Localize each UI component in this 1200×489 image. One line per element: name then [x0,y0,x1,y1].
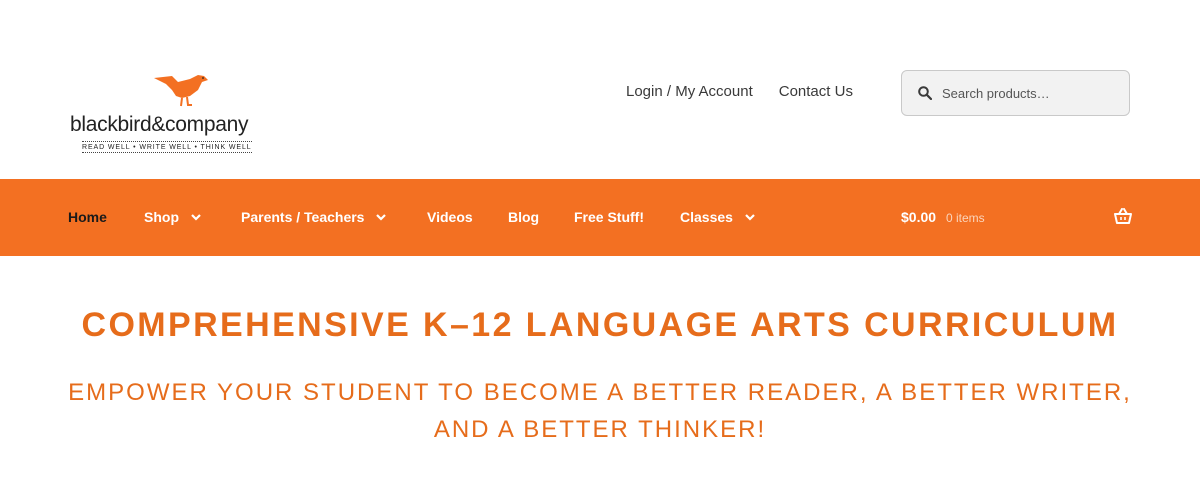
site-logo[interactable]: blackbird&company READ WELL • WRITE WELL… [68,68,303,160]
logo-wordmark: blackbird&company [70,113,249,136]
cart-count[interactable]: 0 items [946,211,985,225]
contact-link[interactable]: Contact Us [779,83,853,100]
nav-label: Blog [508,209,540,225]
nav-label: Free Stuff! [574,209,644,225]
nav-label: Classes [680,209,733,225]
hero-subtitle: EMPOWER YOUR STUDENT TO BECOME A BETTER … [0,374,1200,448]
nav-item-blog[interactable]: Blog [508,209,539,225]
nav-label: Parents / Teachers [241,209,365,225]
nav-item-parents-teachers[interactable]: Parents / Teachers [241,209,387,225]
nav-item-shop[interactable]: Shop [144,209,201,225]
nav-item-videos[interactable]: Videos [427,209,473,225]
login-link[interactable]: Login / My Account [626,83,753,100]
nav-label: Home [68,209,107,225]
site-header: blackbird&company READ WELL • WRITE WELL… [0,0,1200,179]
nav-label: Videos [427,209,473,225]
search-icon[interactable] [918,86,932,100]
nav-item-home[interactable]: Home [68,209,107,225]
basket-icon[interactable] [1114,208,1132,224]
hero-subtitle-line-2: AND A BETTER THINKER! [433,416,767,443]
chevron-down-icon [745,213,755,221]
hero-title: COMPREHENSIVE K–12 LANGUAGE ARTS CURRICU… [81,306,1119,344]
main-nav: Home Shop Parents / Teachers Videos Blog… [0,179,1200,256]
nav-item-free-stuff[interactable]: Free Stuff! [574,209,644,225]
search-box [901,70,1130,116]
search-input[interactable] [940,84,1124,102]
cart-amount[interactable]: $0.00 [901,209,936,225]
nav-item-classes[interactable]: Classes [680,209,755,225]
chevron-down-icon [376,213,387,221]
logo-tagline: READ WELL • WRITE WELL • THINK WELL [82,141,252,153]
nav-label: Shop [144,209,179,225]
bird-logo-icon [154,75,208,107]
hero-subtitle-line-1: EMPOWER YOUR STUDENT TO BECOME A BETTER … [68,379,1132,406]
top-links: Login / My Account Contact Us [626,83,853,100]
chevron-down-icon [191,213,201,221]
